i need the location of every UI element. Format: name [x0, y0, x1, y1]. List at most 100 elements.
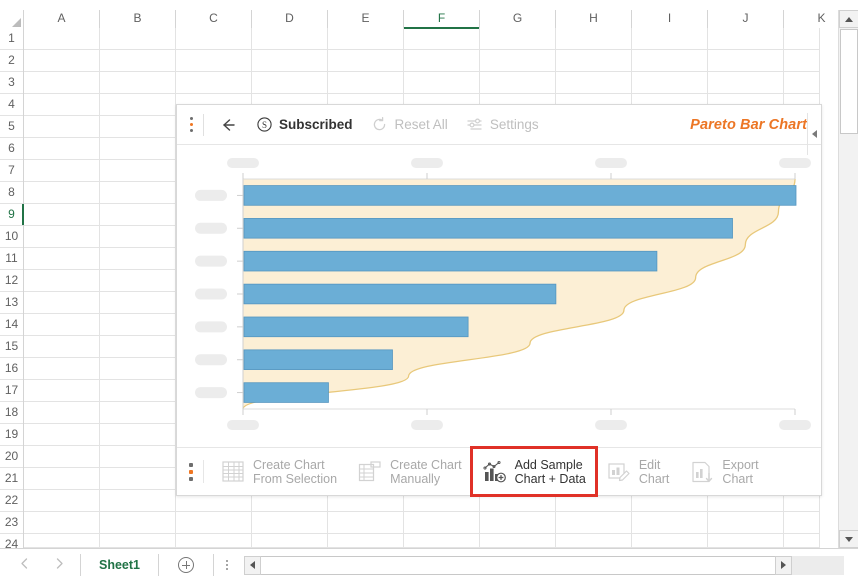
column-header-d[interactable]: D	[252, 10, 328, 28]
row-header-12[interactable]: 12	[0, 270, 23, 292]
bottom-more-options-button[interactable]	[181, 448, 201, 495]
button-label: Edit Chart	[639, 458, 670, 486]
reset-circular-arrow-icon	[371, 116, 389, 134]
scroll-left-button[interactable]	[244, 555, 261, 575]
reset-all-button[interactable]: Reset All	[362, 105, 457, 145]
column-header-b[interactable]: B	[100, 10, 176, 28]
row-header-23[interactable]: 23	[0, 512, 23, 534]
button-label: Export Chart	[722, 458, 758, 486]
button-label-line1: Add Sample	[514, 457, 583, 472]
vertical-scrollbar[interactable]	[838, 10, 858, 548]
x-axis-label-placeholder	[411, 420, 443, 430]
button-label-line2: From Selection	[253, 471, 338, 486]
horizontal-scroll-thumb[interactable]	[261, 555, 775, 575]
export-chart-icon	[689, 459, 715, 485]
row-header-9[interactable]: 9	[0, 204, 24, 226]
triangle-right-icon	[781, 561, 786, 569]
row-header-1[interactable]: 1	[0, 28, 23, 50]
add-sheet-button[interactable]	[159, 549, 213, 581]
column-header-i[interactable]: I	[632, 10, 708, 28]
row-header-4[interactable]: 4	[0, 94, 23, 116]
create-chart-manually-button[interactable]: Create Chart Manually	[347, 448, 472, 495]
row-header-2[interactable]: 2	[0, 50, 23, 72]
edit-chart-button[interactable]: Edit Chart	[596, 448, 680, 495]
sheet-tab-sheet1[interactable]: Sheet1	[81, 549, 158, 581]
subscribed-label: Subscribed	[279, 117, 353, 132]
horizontal-scroll-track[interactable]	[792, 555, 844, 575]
row-header-22[interactable]: 22	[0, 490, 23, 512]
top-more-options-button[interactable]	[181, 105, 201, 145]
row-header-18[interactable]: 18	[0, 402, 23, 424]
x-axis-label-placeholder	[779, 158, 811, 168]
collapse-panel-button[interactable]	[807, 113, 821, 155]
triangle-up-icon	[845, 16, 853, 22]
export-chart-button[interactable]: Export Chart	[679, 448, 768, 495]
bar-3	[243, 250, 658, 272]
y-axis-label-placeholder	[195, 387, 227, 399]
select-all-corner[interactable]	[0, 10, 24, 28]
row-header-8[interactable]: 8	[0, 182, 23, 204]
column-header-f[interactable]: F	[404, 10, 480, 29]
sheet-tab-bar: Sheet1	[0, 548, 858, 581]
toolbar-divider	[203, 113, 204, 136]
create-chart-from-selection-button[interactable]: Create Chart From Selection	[210, 448, 347, 495]
triangle-left-icon	[250, 561, 255, 569]
y-axis-label-placeholder	[195, 189, 227, 201]
add-sample-chart-data-button[interactable]: Add Sample Chart + Data	[469, 446, 598, 497]
button-label: Create Chart Manually	[390, 458, 462, 486]
dot-icon	[226, 560, 228, 562]
svg-text:S: S	[261, 120, 266, 130]
row-header-10[interactable]: 10	[0, 226, 23, 248]
button-label-line1: Create Chart	[253, 457, 325, 472]
button-label-line1: Export	[722, 457, 759, 472]
dot-icon	[189, 476, 193, 481]
settings-button[interactable]: Settings	[457, 105, 548, 145]
column-header-a[interactable]: A	[24, 10, 100, 28]
column-header-j[interactable]: J	[708, 10, 784, 28]
row-header-6[interactable]: 6	[0, 138, 23, 160]
edit-chart-icon	[606, 459, 632, 485]
excel-window: ABCDEFGHIJKL 123456789101112131415161718…	[0, 0, 858, 581]
toolbar-divider	[203, 460, 204, 483]
row-header-20[interactable]: 20	[0, 446, 23, 468]
x-axis-label-placeholder	[411, 158, 443, 168]
triangle-down-icon	[845, 536, 853, 542]
column-header-g[interactable]: G	[480, 10, 556, 28]
button-label-line2: Chart + Data	[514, 471, 586, 486]
dot-icon-accent	[189, 123, 193, 126]
chart-canvas[interactable]	[177, 145, 821, 447]
table-layout-icon	[357, 459, 383, 485]
column-header-row: ABCDEFGHIJKL	[0, 10, 858, 29]
subscribed-button[interactable]: S Subscribed	[246, 105, 362, 145]
tabbar-more-options[interactable]	[214, 549, 240, 581]
dot-icon	[226, 564, 228, 566]
add-chart-icon	[482, 459, 508, 485]
row-header-3[interactable]: 3	[0, 72, 23, 94]
row-header-11[interactable]: 11	[0, 248, 23, 270]
row-header-17[interactable]: 17	[0, 380, 23, 402]
dot-icon-accent	[189, 469, 193, 474]
column-header-e[interactable]: E	[328, 10, 404, 28]
pareto-bar-chart	[195, 158, 811, 430]
back-button[interactable]	[210, 105, 246, 145]
row-header-15[interactable]: 15	[0, 336, 23, 358]
row-header-16[interactable]: 16	[0, 358, 23, 380]
horizontal-scrollbar[interactable]	[244, 555, 844, 575]
x-axis-label-placeholder	[595, 158, 627, 168]
column-header-h[interactable]: H	[556, 10, 632, 28]
previous-sheet-button[interactable]	[20, 556, 29, 574]
row-header-19[interactable]: 19	[0, 424, 23, 446]
arrow-left-icon	[219, 116, 237, 134]
vertical-scroll-thumb[interactable]	[840, 29, 858, 134]
row-header-14[interactable]: 14	[0, 314, 23, 336]
bar-7	[243, 382, 329, 403]
scroll-right-button[interactable]	[775, 555, 792, 575]
scroll-down-button[interactable]	[839, 530, 858, 548]
row-header-7[interactable]: 7	[0, 160, 23, 182]
column-header-c[interactable]: C	[176, 10, 252, 28]
next-sheet-button[interactable]	[55, 556, 64, 574]
scroll-up-button[interactable]	[839, 10, 858, 28]
row-header-5[interactable]: 5	[0, 116, 23, 138]
row-header-21[interactable]: 21	[0, 468, 23, 490]
row-header-13[interactable]: 13	[0, 292, 23, 314]
